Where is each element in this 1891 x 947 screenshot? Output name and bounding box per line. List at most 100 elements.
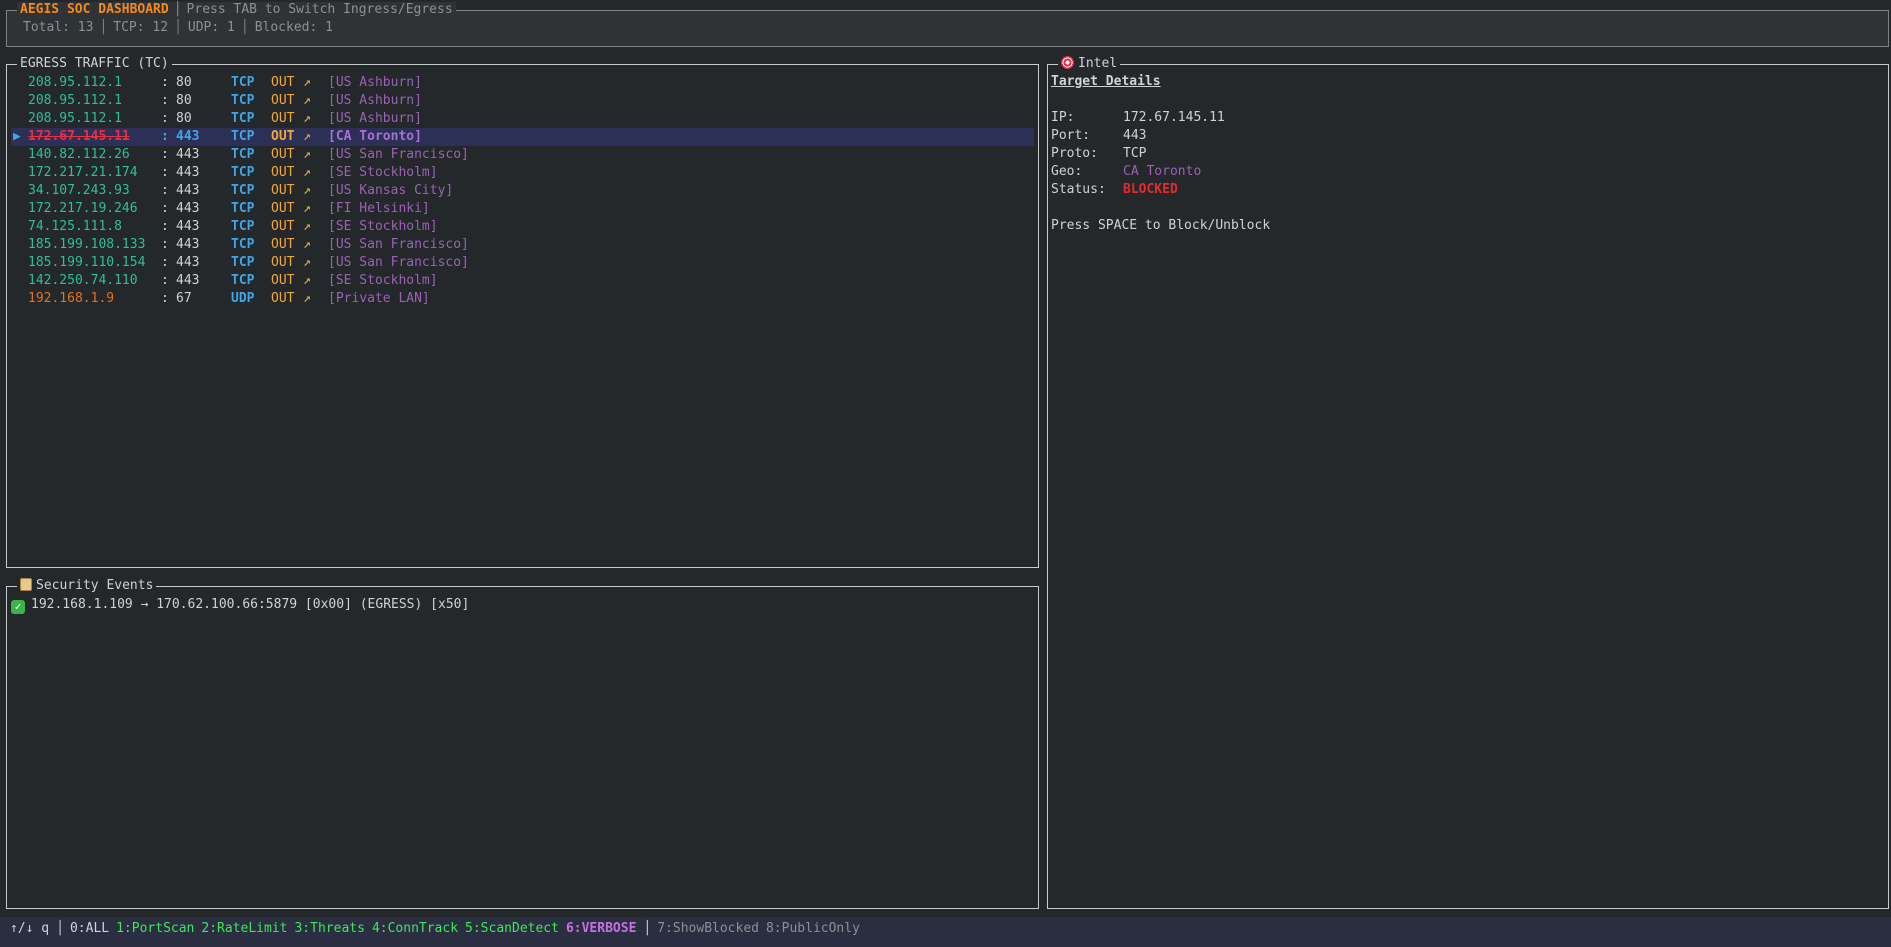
row-separator: : — [161, 165, 169, 180]
filter-all[interactable]: 0:ALL — [70, 921, 116, 936]
row-ip: 208.95.112.1 — [28, 93, 122, 108]
row-separator: : — [161, 255, 169, 270]
scroll-icon — [20, 578, 32, 591]
egress-traffic-title: EGRESS TRAFFIC (TC) — [17, 56, 172, 72]
row-separator: : — [161, 129, 169, 144]
outbound-arrow-icon: ↗ — [303, 273, 311, 288]
outbound-arrow-icon: ↗ — [303, 183, 311, 198]
stat-tcp: TCP: 12 — [113, 20, 169, 35]
row-separator: : — [161, 219, 169, 234]
check-icon: ✓ — [11, 600, 25, 614]
intel-geo: CA Toronto — [1123, 164, 1202, 179]
row-direction: OUT — [271, 201, 295, 216]
row-ip: 192.168.1.9 — [28, 291, 115, 306]
stat-total: Total: 13 — [23, 20, 94, 35]
intel-port: 443 — [1123, 128, 1147, 143]
traffic-row[interactable]: 208.95.112.1:80 TCP OUT ↗ [US Ashburn] — [11, 74, 1034, 92]
row-direction: OUT — [271, 75, 295, 90]
row-direction: OUT — [271, 255, 295, 270]
traffic-row[interactable]: ▶ 172.67.145.11:443 TCP OUT ↗ [CA Toronto] — [11, 128, 1034, 146]
filter-verbose[interactable]: 6:VERBOSE — [566, 921, 643, 936]
row-ip: 74.125.111.8 — [28, 219, 122, 234]
outbound-arrow-icon: ↗ — [303, 165, 311, 180]
row-ip: 208.95.112.1 — [28, 75, 122, 90]
row-protocol: TCP — [231, 201, 255, 216]
row-geo: [US Ashburn] — [328, 75, 422, 90]
row-geo: [SE Stockholm] — [328, 273, 438, 288]
row-port: 80 — [176, 93, 192, 108]
intel-proto: TCP — [1123, 146, 1147, 161]
row-protocol: TCP — [231, 219, 255, 234]
row-separator: : — [161, 201, 169, 216]
row-port: 443 — [176, 201, 200, 216]
row-ip: 142.250.74.110 — [28, 273, 138, 288]
row-protocol: TCP — [231, 147, 255, 162]
traffic-row[interactable]: 208.95.112.1:80 TCP OUT ↗ [US Ashburn] — [11, 110, 1034, 128]
traffic-row[interactable]: 142.250.74.110:443 TCP OUT ↗ [SE Stockholm] — [11, 272, 1034, 290]
filter-scandetect[interactable]: 5:ScanDetect — [465, 921, 566, 936]
row-ip: 185.199.108.133 — [28, 237, 146, 252]
toggle-show-blocked[interactable]: 7:ShowBlocked — [657, 921, 766, 936]
egress-traffic-panel[interactable]: EGRESS TRAFFIC (TC) 208.95.112.1:80 TCP OU… — [6, 56, 1039, 568]
filter-threats[interactable]: 3:Threats — [294, 921, 371, 936]
nav-keys: ↑/↓ q — [10, 921, 50, 936]
outbound-arrow-icon: ↗ — [303, 147, 311, 162]
stat-udp: UDP: 1 — [187, 20, 235, 35]
traffic-row[interactable]: 74.125.111.8:443 TCP OUT ↗ [SE Stockholm] — [11, 218, 1034, 236]
row-protocol: TCP — [231, 273, 255, 288]
traffic-row[interactable]: 208.95.112.1:80 TCP OUT ↗ [US Ashburn] — [11, 92, 1034, 110]
row-direction: OUT — [271, 111, 295, 126]
intel-title: Intel — [1058, 56, 1121, 72]
keybinding-footer: ↑/↓ q │ 0:ALL 1:PortScan 2:RateLimit 3:Threat… — [0, 917, 1891, 947]
traffic-row[interactable]: 192.168.1.9:67 UDP OUT ↗ [Private LAN] — [11, 290, 1034, 308]
outbound-arrow-icon: ↗ — [303, 237, 311, 252]
app-title: AEGIS SOC DASHBOARD — [20, 2, 169, 17]
traffic-row[interactable]: 185.199.108.133:443 TCP OUT ↗ [US San Franci… — [11, 236, 1034, 254]
selection-marker: ▶ — [13, 129, 21, 144]
row-direction: OUT — [271, 291, 295, 306]
row-port: 80 — [176, 75, 192, 90]
row-separator: : — [161, 75, 169, 90]
row-port: 443 — [176, 183, 200, 198]
block-toggle-hint: Press SPACE to Block/Unblock — [1051, 218, 1271, 233]
row-protocol: TCP — [231, 165, 255, 180]
row-geo: [US Ashburn] — [328, 111, 422, 126]
filter-ratelimit[interactable]: 2:RateLimit — [201, 921, 294, 936]
stats-bar: Total: 13 │ TCP: 12 │ UDP: 1 │ Blocked: 1 — [17, 20, 339, 36]
filter-conntrack[interactable]: 4:ConnTrack — [372, 921, 465, 936]
target-details-link[interactable]: Target Details — [1051, 73, 1161, 91]
row-geo: [US San Francisco] — [328, 255, 469, 270]
row-geo: [FI Helsinki] — [328, 201, 430, 216]
outbound-arrow-icon: ↗ — [303, 111, 311, 126]
row-ip: 34.107.243.93 — [28, 183, 130, 198]
traffic-row[interactable]: 172.217.21.174:443 TCP OUT ↗ [SE Stockholm] — [11, 164, 1034, 182]
filter-portscan[interactable]: 1:PortScan — [116, 921, 201, 936]
traffic-row[interactable]: 185.199.110.154:443 TCP OUT ↗ [US San Franci… — [11, 254, 1034, 272]
row-port: 443 — [176, 219, 200, 234]
traffic-row[interactable]: 34.107.243.93:443 TCP OUT ↗ [US Kansas City] — [11, 182, 1034, 200]
row-geo: [US Ashburn] — [328, 93, 422, 108]
row-port: 67 — [176, 291, 192, 306]
row-protocol: TCP — [231, 129, 255, 144]
event-item: ✓ 192.168.1.109 → 170.62.100.66:5879 [0x0… — [11, 596, 469, 614]
intel-status-badge: BLOCKED — [1123, 182, 1178, 197]
events-list: ✓ 192.168.1.109 → 170.62.100.66:5879 [0x0… — [11, 596, 469, 614]
row-ip: 172.67.145.11 — [28, 129, 130, 144]
toggle-public-only[interactable]: 8:PublicOnly — [766, 921, 867, 936]
row-direction: OUT — [271, 147, 295, 162]
row-ip: 172.217.19.246 — [28, 201, 138, 216]
row-geo: [US San Francisco] — [328, 147, 469, 162]
header-title: AEGIS SOC DASHBOARD │ Press TAB to Switch … — [17, 2, 456, 18]
row-separator: : — [161, 237, 169, 252]
security-events-panel[interactable]: Security Events ✓ 192.168.1.109 → 170.62.… — [6, 578, 1039, 909]
traffic-row[interactable]: 140.82.112.26:443 TCP OUT ↗ [US San Francisc… — [11, 146, 1034, 164]
row-port: 443 — [176, 237, 200, 252]
stat-blocked: Blocked: 1 — [254, 20, 333, 35]
traffic-row[interactable]: 172.217.19.246:443 TCP OUT ↗ [FI Helsinki] — [11, 200, 1034, 218]
row-direction: OUT — [271, 93, 295, 108]
target-icon — [1061, 56, 1074, 69]
row-separator: : — [161, 93, 169, 108]
row-separator: : — [161, 273, 169, 288]
security-events-title: Security Events — [17, 578, 157, 594]
traffic-list[interactable]: 208.95.112.1:80 TCP OUT ↗ [US Ashburn] 208.95… — [11, 74, 1034, 308]
